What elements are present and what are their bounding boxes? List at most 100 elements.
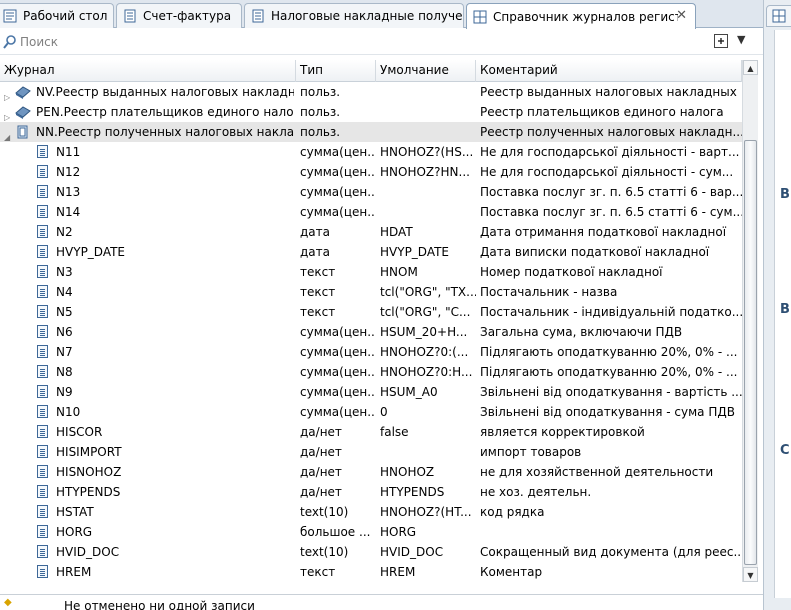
table-row[interactable]: N10 сумма(цен... 0 Звільнені від оподаткува… <box>0 402 742 422</box>
table-row[interactable]: N5 текст tcl("ORG", "C... Постачальник - ін… <box>0 302 742 322</box>
table-row[interactable]: N6 сумма(цен... HSUM_20+H... Загальна сума,… <box>0 322 742 342</box>
table-row[interactable]: N11 сумма(цен... HNOHOZ?(HS... Не для госпо… <box>0 142 742 162</box>
field-name: N10 <box>56 405 81 419</box>
field-name: N7 <box>56 345 73 359</box>
field-icon <box>37 385 48 398</box>
table-row[interactable]: ▷ NV.Реестр выданных налоговых накладных п… <box>0 82 742 102</box>
field-icon <box>37 285 48 298</box>
cell-comment: Номер податкової накладної <box>480 265 663 279</box>
tab-journal-directory[interactable]: Справочник журналов регистр ✕ <box>466 3 696 29</box>
table-row[interactable]: N9 сумма(цен... HSUM_A0 Звільнені від опода… <box>0 382 742 402</box>
field-icon <box>37 165 48 178</box>
table-row[interactable]: N14 сумма(цен... Поставка послуг зг. п. 6.… <box>0 202 742 222</box>
expand-button[interactable] <box>714 34 728 48</box>
journal-table: Журнал Тип Умолчание Коментарий ▷ NV.Реес… <box>0 60 742 582</box>
cell-default: HSUM_20+H... <box>380 325 468 339</box>
cell-comment: Реестр выданных налоговых накладных <box>480 85 737 99</box>
table-row[interactable]: HREM текст HREM Коментар <box>0 562 742 582</box>
journal-name: NN.Реестр полученных налоговых накладных <box>36 125 294 139</box>
cell-journal: N14 <box>0 202 296 222</box>
tab-invoice[interactable]: Счет-фактура <box>116 3 242 28</box>
cell-journal: N5 <box>0 302 296 322</box>
field-name: N5 <box>56 305 73 319</box>
cell-comment: Реестр плательщиков единого налога <box>480 105 724 119</box>
view-menu-button[interactable]: ▼ <box>737 33 745 46</box>
cell-comment: Не для господарської діяльності - варт..… <box>480 145 740 159</box>
field-icon <box>37 425 48 438</box>
tab-label: Счет-фактура <box>143 9 232 23</box>
table-row[interactable]: HSTAT text(10) HNOHOZ?(HT... код рядка <box>0 502 742 522</box>
table-row[interactable]: N8 сумма(цен... HNOHOZ?0:H... Підлягають оп… <box>0 362 742 382</box>
field-name: N6 <box>56 325 73 339</box>
table-row[interactable]: N13 сумма(цен... Поставка послуг зг. п. 6.… <box>0 182 742 202</box>
cell-type: польз. <box>300 85 341 99</box>
cell-default: HREM <box>380 565 416 579</box>
tab-desktop[interactable]: Рабочий стол <box>0 3 114 28</box>
field-name: HVYP_DATE <box>56 245 126 259</box>
scrollbar-thumb[interactable] <box>744 140 757 565</box>
table-row[interactable]: HISNOHOZ да/нет HNOHOZ не для хозяйственной… <box>0 462 742 482</box>
expand-icon[interactable]: ▷ <box>4 108 10 122</box>
journal-name: NV.Реестр выданных налоговых накладных <box>36 85 294 99</box>
cell-journal: N7 <box>0 342 296 362</box>
cell-type: сумма(цен... <box>300 325 376 339</box>
cell-type: польз. <box>300 105 341 119</box>
table-row[interactable]: ▷ PEN.Реестр плательщиков единого налога п… <box>0 102 742 122</box>
collapse-icon[interactable]: ◢ <box>4 128 10 142</box>
status-icon: ◆ <box>4 597 12 608</box>
scroll-up-arrow[interactable]: ▲ <box>743 60 758 75</box>
column-header-journal[interactable]: Журнал <box>0 60 296 82</box>
field-name: HVID_DOC <box>56 545 120 559</box>
tab-received-tax-invoices[interactable]: Налоговые накладные получен <box>244 3 464 28</box>
column-header-default[interactable]: Умолчание <box>376 60 476 82</box>
table-row[interactable]: N3 текст HNOM Номер податкової накладної <box>0 262 742 282</box>
table-row[interactable]: N2 дата HDAT Дата отримання податкової накл… <box>0 222 742 242</box>
table-row[interactable]: HTYPENDS да/нет HTYPENDS не хоз. деятельн. <box>0 482 742 502</box>
vertical-scrollbar[interactable]: ▲ ▼ <box>742 60 758 582</box>
table-row[interactable]: HISCOR да/нет false является корректировкой <box>0 422 742 442</box>
cell-journal: N6 <box>0 322 296 342</box>
table-row[interactable]: HORG большое ... HORG <box>0 522 742 542</box>
column-header-comment[interactable]: Коментарий <box>476 60 742 82</box>
cell-comment: Постачальник - індивідуальній податко... <box>480 305 742 319</box>
cell-journal: ◢ NN.Реестр полученных налоговых накладны… <box>0 122 296 142</box>
table-row[interactable]: HVYP_DATE дата HVYP_DATE Дата виписки подат… <box>0 242 742 262</box>
book-icon <box>15 106 31 119</box>
status-bar: ◆ Не отменено ни одной записи <box>0 594 763 610</box>
cell-type: текст <box>300 265 336 279</box>
cell-journal: HISCOR <box>0 422 296 442</box>
document-icon <box>124 9 136 23</box>
table-row[interactable]: HVID_DOC text(10) HVID_DOC Сокращенный вид … <box>0 542 742 562</box>
column-header-type[interactable]: Тип <box>296 60 376 82</box>
cell-comment: не хоз. деятельн. <box>480 485 592 499</box>
cell-journal: HREM <box>0 562 296 582</box>
cell-comment: Не для господарської діяльності - сум... <box>480 165 734 179</box>
cell-journal: HSTAT <box>0 502 296 522</box>
expand-icon[interactable]: ▷ <box>4 88 10 102</box>
cell-journal: HVID_DOC <box>0 542 296 562</box>
field-name: HISCOR <box>56 425 103 439</box>
cell-type: да/нет <box>300 485 342 499</box>
table-row[interactable]: N12 сумма(цен... HNOHOZ?HN... Не для господ… <box>0 162 742 182</box>
scroll-down-arrow[interactable]: ▼ <box>743 567 758 582</box>
table-row[interactable]: N7 сумма(цен... HNOHOZ?0:(... Підлягають оп… <box>0 342 742 362</box>
cell-journal: ▷ NV.Реестр выданных налоговых накладных <box>0 82 296 102</box>
side-panel-letter: С <box>776 439 791 463</box>
cell-comment: Дата отримання податкової накладної <box>480 225 727 239</box>
cell-comment: Звільнені від оподаткування - сума ПДВ <box>480 405 735 419</box>
table-row[interactable]: N4 текст tcl("ORG", "TX... Постачальник - н… <box>0 282 742 302</box>
table-row[interactable]: ◢ NN.Реестр полученных налоговых накладны… <box>0 122 742 142</box>
cell-comment <box>476 522 742 542</box>
cell-default: HTYPENDS <box>380 485 445 499</box>
side-panel-tab[interactable] <box>766 5 791 27</box>
cell-comment: Поставка послуг зг. п. 6.5 статті 6 - су… <box>480 205 742 219</box>
cell-type: да/нет <box>300 425 342 439</box>
grid-icon <box>772 9 786 23</box>
close-icon[interactable]: ✕ <box>676 8 687 23</box>
cell-type: сумма(цен... <box>300 185 376 199</box>
table-row[interactable]: HISIMPORT да/нет импорт товаров <box>0 442 742 462</box>
search-bar: ▼ <box>0 29 763 55</box>
cell-comment: Сокращенный вид документа (для реес... <box>480 545 742 559</box>
cell-default <box>376 182 476 202</box>
search-input[interactable] <box>20 33 320 51</box>
